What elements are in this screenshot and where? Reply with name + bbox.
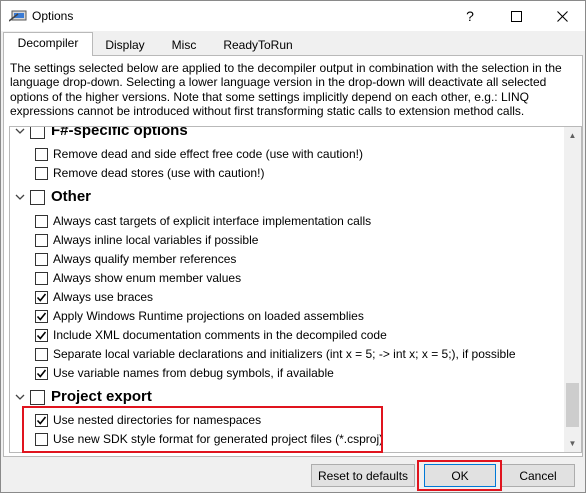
vertical-scrollbar[interactable]: ▲ ▼ <box>564 127 581 452</box>
help-button[interactable]: ? <box>447 1 493 31</box>
checkmark-icon <box>36 331 47 340</box>
app-icon <box>8 9 27 23</box>
option-row[interactable]: Apply Windows Runtime projections on loa… <box>35 307 560 326</box>
title-bar[interactable]: Options ? <box>1 1 585 31</box>
tab-misc[interactable]: Misc <box>157 34 211 55</box>
option-label: Always inline local variables if possibl… <box>53 233 259 247</box>
tab-readytorun[interactable]: ReadyToRun <box>211 34 305 55</box>
checkbox-checked[interactable] <box>35 291 48 304</box>
checkmark-icon <box>36 293 47 302</box>
option-label: Always cast targets of explicit interfac… <box>53 214 372 228</box>
option-row[interactable]: Always qualify member references <box>35 250 560 269</box>
option-row[interactable]: Remove dead stores (use with caution!) <box>35 164 560 183</box>
checkbox-checked[interactable] <box>35 367 48 380</box>
checkbox[interactable] <box>35 253 48 266</box>
group-title: Other <box>51 188 92 205</box>
checkbox[interactable] <box>35 272 48 285</box>
option-row[interactable]: Always inline local variables if possibl… <box>35 231 560 250</box>
close-icon <box>556 10 568 22</box>
scroll-down-icon[interactable]: ▼ <box>564 435 581 452</box>
checkbox[interactable] <box>35 148 48 161</box>
checkbox[interactable] <box>35 234 48 247</box>
option-row[interactable]: Always use braces <box>35 288 560 307</box>
option-row[interactable]: Remove dead and side effect free code (u… <box>35 145 560 164</box>
checkmark-icon <box>36 369 47 378</box>
settings-list[interactable]: F#-specific options Remove dead and side… <box>9 126 582 453</box>
group-title: Project export <box>51 388 152 405</box>
reset-to-defaults-button[interactable]: Reset to defaults <box>311 464 415 487</box>
option-label: Include XML documentation comments in th… <box>53 328 387 342</box>
cancel-button[interactable]: Cancel <box>501 464 575 487</box>
option-row[interactable]: Separate local variable declarations and… <box>35 345 560 364</box>
option-row[interactable]: Always show enum member values <box>35 269 560 288</box>
chevron-down-icon[interactable] <box>15 392 25 402</box>
chevron-down-icon[interactable] <box>15 126 25 136</box>
checkbox[interactable] <box>35 167 48 180</box>
option-label: Always use braces <box>53 290 154 304</box>
group-checkbox-fsharp[interactable] <box>30 127 45 139</box>
maximize-button[interactable] <box>493 1 539 31</box>
option-label: Always qualify member references <box>53 252 237 266</box>
option-label: Remove dead stores (use with caution!) <box>53 166 265 180</box>
tab-display[interactable]: Display <box>93 34 157 55</box>
window-title: Options <box>32 9 74 23</box>
settings-description: The settings selected below are applied … <box>10 61 562 118</box>
tab-decompiler[interactable]: Decompiler <box>3 32 93 56</box>
options-dialog: Options ? Decompiler Display Misc ReadyT… <box>0 0 586 493</box>
option-row[interactable]: Use variable names from debug symbols, i… <box>35 364 560 383</box>
option-row[interactable]: Include XML documentation comments in th… <box>35 326 560 345</box>
group-title: F#-specific options <box>51 126 188 139</box>
checkbox-checked[interactable] <box>35 329 48 342</box>
group-header-fsharp[interactable]: F#-specific options <box>10 126 560 143</box>
option-label: Remove dead and side effect free code (u… <box>53 147 363 161</box>
checkbox[interactable] <box>35 215 48 228</box>
checkbox[interactable] <box>35 348 48 361</box>
maximize-icon <box>510 10 522 22</box>
tab-strip: Decompiler Display Misc ReadyToRun <box>1 31 585 56</box>
option-row[interactable]: Always cast targets of explicit interfac… <box>35 212 560 231</box>
option-label: Separate local variable declarations and… <box>53 347 516 361</box>
group-checkbox-other[interactable] <box>30 190 45 205</box>
close-button[interactable] <box>539 1 585 31</box>
highlight-box-project-export <box>22 406 383 453</box>
scrollbar-thumb[interactable] <box>566 383 579 427</box>
chevron-down-icon[interactable] <box>15 192 25 202</box>
option-label: Use variable names from debug symbols, i… <box>53 366 334 380</box>
option-label: Always show enum member values <box>53 271 242 285</box>
option-label: Apply Windows Runtime projections on loa… <box>53 309 364 323</box>
scroll-up-icon[interactable]: ▲ <box>564 127 581 144</box>
group-header-other[interactable]: Other <box>10 187 560 209</box>
checkmark-icon <box>36 312 47 321</box>
group-checkbox-project-export[interactable] <box>30 390 45 405</box>
highlight-box-ok <box>417 460 502 491</box>
checkbox-checked[interactable] <box>35 310 48 323</box>
decompiler-panel: The settings selected below are applied … <box>3 55 583 457</box>
